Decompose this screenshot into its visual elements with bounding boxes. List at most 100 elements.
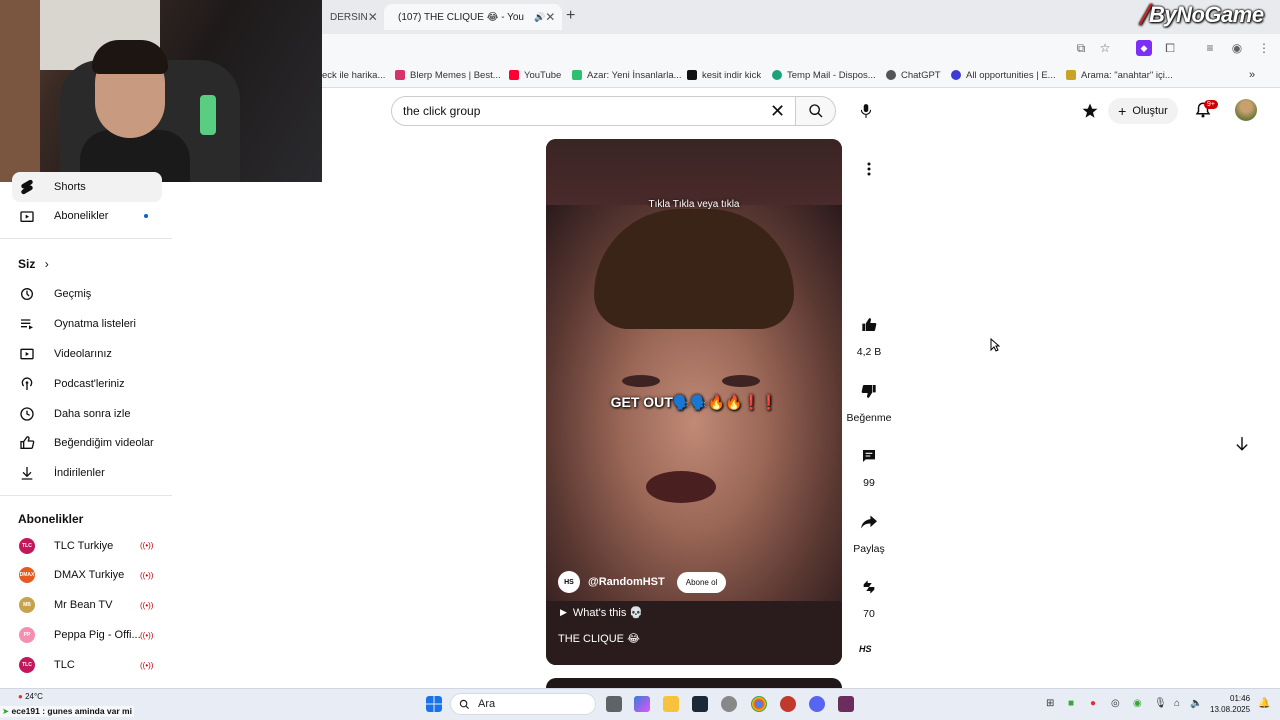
next-short-button[interactable]	[1229, 431, 1255, 457]
file-explorer-icon[interactable]	[663, 696, 679, 712]
plus-icon: +	[1118, 103, 1127, 119]
sidebar-divider	[0, 238, 172, 239]
bookmark-item[interactable]: Arama: "anahtar" içi...	[1066, 67, 1173, 83]
tray-icon[interactable]: ⊞	[1046, 698, 1054, 709]
sidebar-item-history[interactable]: Geçmiş	[0, 279, 172, 309]
bookmarks-overflow-icon[interactable]: »	[1249, 67, 1255, 83]
clock-date: 13.08.2025	[1210, 705, 1251, 714]
tab-youtube-active[interactable]: (107) THE CLIQUE 😂 - You 🔊 ✕	[384, 4, 562, 30]
copilot-icon[interactable]	[634, 696, 650, 712]
youtube-favicon-icon	[509, 70, 519, 80]
tray-record-icon[interactable]: ●	[1090, 698, 1096, 709]
chrome-icon[interactable]	[751, 696, 767, 712]
bookmark-item[interactable]: Temp Mail - Dispos...	[772, 67, 876, 83]
close-icon[interactable]: ✕	[368, 10, 378, 24]
media-control-icon[interactable]: ≡	[1202, 40, 1218, 56]
extension-icon[interactable]: ◆	[1136, 40, 1152, 56]
discord-icon[interactable]	[809, 696, 825, 712]
sidebar-item-podcasts[interactable]: Podcast'leriniz	[0, 369, 172, 399]
bynogame-mark-icon: ⧸	[1140, 2, 1147, 27]
comments-button[interactable]	[854, 441, 884, 471]
app-icon[interactable]	[721, 696, 737, 712]
sidebar-you-heading[interactable]: Siz ›	[18, 257, 49, 271]
shorts-video-player[interactable]: Tıkla Tıkla veya tıkla GET OUT🗣️🗣️🔥🔥❗❗ H…	[546, 139, 842, 665]
speaker-icon[interactable]: 🔊	[534, 12, 545, 23]
channel-name-link[interactable]: @RandomHST	[588, 576, 665, 588]
channel-badge-icon[interactable]: HS	[859, 644, 872, 654]
clear-search-icon[interactable]: ✕	[770, 101, 785, 122]
bookmark-item[interactable]: Azar: Yeni İnsanlarla...	[572, 67, 682, 83]
share-label: Paylaş	[853, 543, 885, 555]
chatgpt-icon	[886, 70, 896, 80]
new-tab-plus-icon[interactable]: +	[566, 7, 575, 25]
sidebar-item-label: Peppa Pig - Offi...	[54, 629, 141, 641]
sidebar-item-shorts[interactable]: Shorts	[12, 172, 162, 202]
steam-icon[interactable]	[692, 696, 708, 712]
sidebar-item-label: Oynatma listeleri	[54, 318, 136, 330]
webcam-hair	[92, 40, 168, 74]
dislike-button[interactable]	[854, 376, 884, 406]
share-button[interactable]	[854, 507, 884, 537]
voice-search-button[interactable]	[852, 97, 880, 125]
bookmark-item[interactable]: YouTube	[509, 67, 561, 83]
channel-avatar: PP	[19, 627, 35, 643]
sidebar-item-label: Mr Bean TV	[54, 599, 113, 611]
windows-start-icon[interactable]	[426, 696, 442, 712]
task-view-icon[interactable]	[606, 696, 622, 712]
live-indicator-icon: ((•))	[140, 661, 154, 670]
bookmark-label: Temp Mail - Dispos...	[787, 69, 876, 81]
app-icon[interactable]	[838, 696, 854, 712]
weather-widget[interactable]: ● 24°C	[18, 692, 43, 701]
sidebar-item-playlists[interactable]: Oynatma listeleri	[0, 309, 172, 339]
profile-icon[interactable]: ◉	[1229, 40, 1245, 56]
remix-button[interactable]	[854, 572, 884, 602]
like-button[interactable]	[854, 310, 884, 340]
sidebar-item-watch-later[interactable]: Daha sonra izle	[0, 399, 172, 429]
microphone-tray-icon[interactable]: 🎙	[1154, 698, 1167, 709]
dislike-label: Beğenme	[846, 412, 892, 424]
premium-star-icon[interactable]	[1081, 102, 1099, 120]
webcam-overlay	[0, 0, 322, 182]
bookmark-label: eck ile harika...	[322, 69, 386, 81]
video-overlay-text: GET OUT🗣️🗣️🔥🔥❗❗	[610, 394, 778, 410]
bookmark-item[interactable]: kesit indir kick	[687, 67, 761, 83]
bookmark-item[interactable]: Blerp Memes | Best...	[395, 67, 501, 83]
liked-videos-icon	[19, 435, 35, 451]
remix-icon	[863, 580, 875, 594]
sidebar-item-downloads[interactable]: İndirilenler	[0, 458, 172, 488]
tray-app-icon[interactable]: ◉	[1133, 698, 1142, 709]
bookmark-star-icon[interactable]: ☆	[1097, 40, 1113, 56]
account-avatar[interactable]	[1235, 99, 1257, 121]
more-options-button[interactable]	[855, 155, 883, 183]
whats-this-link[interactable]: ▶ What's this 💀	[560, 606, 643, 619]
taskbar-search[interactable]: Ara	[450, 693, 596, 715]
nvidia-icon[interactable]: ■	[1068, 698, 1074, 709]
next-short-preview[interactable]	[546, 678, 842, 688]
channel-logo-icon[interactable]: HS	[558, 571, 580, 593]
opera-gx-icon[interactable]	[780, 696, 796, 712]
steam-tray-icon[interactable]: ◎	[1111, 698, 1120, 709]
create-button[interactable]: + Oluştur	[1108, 98, 1178, 124]
chat-arrow-icon: ➤	[2, 706, 10, 716]
menu-kebab-icon[interactable]: ⋮	[1256, 40, 1272, 56]
tab-dersin[interactable]: DERSIN ✕	[322, 4, 378, 30]
sidebar-item-label: Beğendiğim videolar	[54, 437, 154, 449]
history-icon	[19, 286, 35, 302]
play-triangle-icon: ▶	[560, 607, 567, 617]
close-icon[interactable]: ✕	[545, 10, 555, 24]
network-icon[interactable]: ⌂	[1174, 698, 1180, 709]
volume-icon[interactable]: 🔈	[1190, 698, 1202, 709]
install-app-icon[interactable]: ⧉	[1073, 40, 1089, 56]
subscribe-button[interactable]: Abone ol	[676, 571, 727, 593]
sidebar-item-label: TLC	[54, 659, 75, 671]
bookmark-item[interactable]: All opportunities | E...	[951, 67, 1056, 83]
bookmark-item[interactable]: ChatGPT	[886, 67, 941, 83]
search-button[interactable]	[796, 96, 836, 126]
system-clock[interactable]: 01:46 13.08.2025	[1210, 693, 1250, 715]
extensions-puzzle-icon[interactable]: ⧠	[1162, 40, 1178, 56]
bookmark-item[interactable]: eck ile harika...	[322, 67, 385, 83]
notification-center-icon[interactable]: 🔔	[1258, 698, 1270, 709]
sidebar-item-your-videos[interactable]: Videolarınız	[0, 339, 172, 369]
share-arrow-icon	[861, 515, 877, 529]
sidebar-item-liked-videos[interactable]: Beğendiğim videolar	[0, 428, 172, 458]
